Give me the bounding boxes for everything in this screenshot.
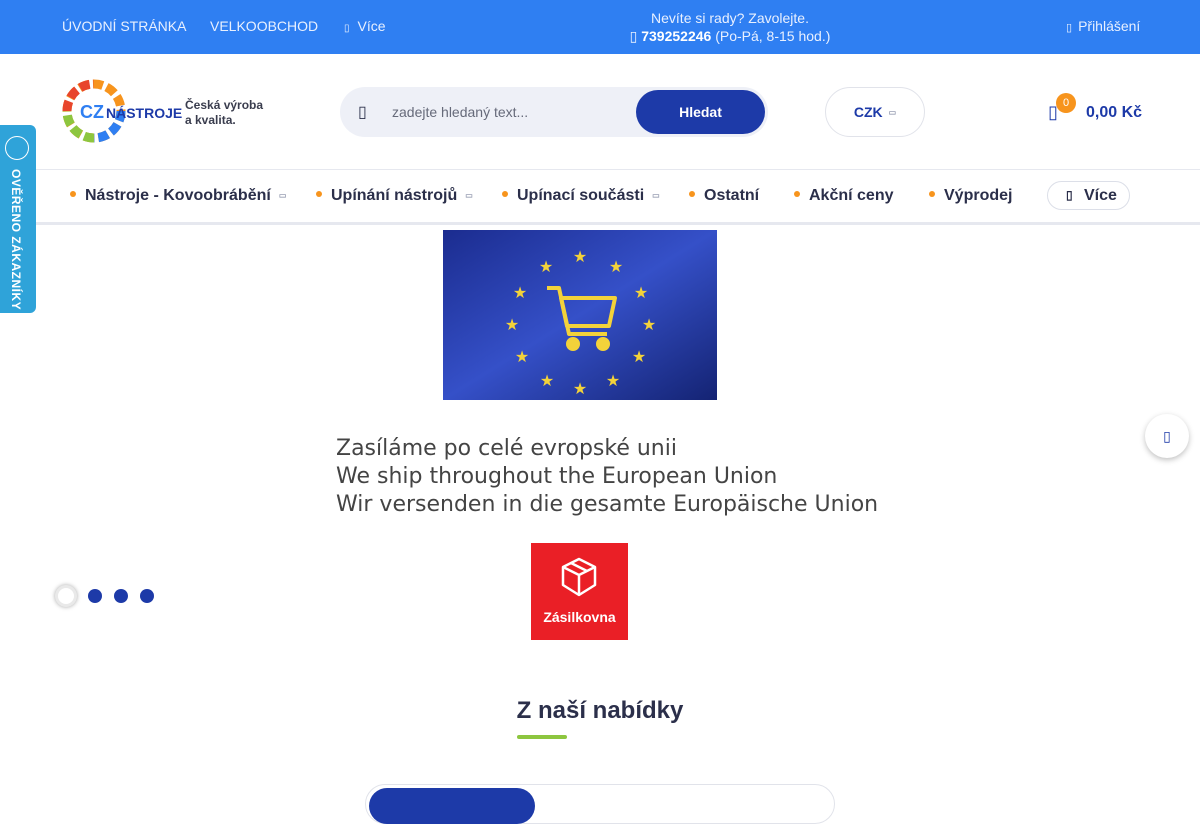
login-link[interactable]: ▯ Přihlášení [1066, 18, 1140, 34]
svg-text:★: ★ [606, 371, 620, 390]
svg-text:★: ★ [540, 371, 554, 390]
svg-text:★: ★ [632, 347, 646, 366]
phone-number[interactable]: 739252246 [641, 28, 711, 44]
nav-more-label: Více [1084, 187, 1117, 204]
zasilkovna-label: Zásilkovna [543, 609, 616, 625]
bullet-icon [929, 190, 935, 197]
chevron-down-icon: ▭ [652, 191, 660, 201]
nav-item-label: Upínací součásti [517, 187, 645, 204]
svg-text:★: ★ [634, 283, 648, 302]
product-tabs [365, 784, 835, 824]
nav-item-label: Výprodej [944, 187, 1013, 204]
chevron-down-icon: ▭ [888, 108, 897, 118]
search-button[interactable]: Hledat [636, 90, 765, 134]
nav-item-label: Nástroje - Kovoobrábění [85, 187, 271, 204]
top-link-more[interactable]: ▯ Více [344, 18, 386, 34]
section-title-underline [517, 735, 567, 739]
bullet-icon [316, 190, 322, 197]
currency-selector[interactable]: CZK ▭ [825, 87, 925, 137]
svg-text:★: ★ [539, 257, 553, 276]
nav-divider-bottom [0, 222, 1200, 225]
cart-total: 0,00 Kč [1086, 104, 1143, 121]
logo-gear-icon: CZ NÁSTROJE [62, 79, 182, 143]
chevron-down-icon: ▭ [278, 191, 287, 201]
slider-dot-4[interactable] [140, 589, 154, 603]
logo-name: NÁSTROJE [106, 105, 182, 121]
slider-dot-2[interactable] [88, 589, 102, 603]
login-label: Přihlášení [1078, 18, 1141, 34]
office-hours: (Po-Pá, 8-15 hod.) [715, 28, 831, 44]
shipping-message: Zasíláme po celé evropské unii We ship t… [336, 435, 878, 519]
nav-item-label: Ostatní [704, 187, 760, 204]
product-tab-active[interactable] [369, 788, 535, 824]
chevron-icon: ▯ [1066, 188, 1073, 202]
verified-seal-icon [5, 136, 29, 160]
bullet-icon [689, 190, 695, 197]
help-contact: Nevíte si rady? Zavolejte. ▯ 739252246 (… [560, 9, 900, 45]
nav-item-label: Akční ceny [809, 187, 894, 204]
section-title: Z naší nabídky [516, 697, 684, 724]
svg-text:★: ★ [609, 257, 623, 276]
svg-text:★: ★ [505, 315, 519, 334]
nav-item-nastroje[interactable]: Nástroje - Kovoobrábění ▭ [70, 187, 286, 205]
search-input[interactable] [392, 99, 632, 125]
shipping-line-cz: Zasíláme po celé evropské unii [336, 436, 677, 461]
slider-next-button[interactable]: ▯ [1145, 414, 1189, 458]
top-link-home[interactable]: ÚVODNÍ STRÁNKA [62, 18, 186, 34]
nav-item-label: Upínání nástrojů [331, 187, 458, 204]
bullet-icon [70, 190, 76, 197]
currency-value: CZK [853, 104, 883, 120]
search-bar: ▯ Hledat [340, 87, 768, 137]
package-icon [561, 557, 597, 597]
svg-text:★: ★ [515, 347, 529, 366]
logo-cz: CZ [80, 102, 104, 122]
nav-item-akcni-ceny[interactable]: Akční ceny [794, 187, 893, 205]
chevron-down-icon: ▭ [465, 191, 473, 201]
eu-flag-cart-image: ★ ★ ★ ★ ★ ★ ★ ★ ★ ★ ★ ★ [443, 230, 717, 400]
top-link-wholesale[interactable]: VELKOOBCHOD [210, 18, 318, 34]
shipping-line-en: We ship throughout the European Union [336, 464, 778, 489]
nav-divider-top [0, 169, 1200, 170]
chevron-icon: ▯ [344, 23, 350, 34]
cart-button[interactable]: ▯ 0 0,00 Kč [1044, 92, 1164, 132]
svg-text:★: ★ [642, 315, 656, 334]
help-text: Nevíte si rady? Zavolejte. [651, 10, 809, 26]
user-icon: ▯ [1066, 22, 1073, 34]
tagline-line2: a kvalita. [185, 113, 236, 127]
nav-more-button[interactable]: ▯ Více [1047, 181, 1130, 210]
nav-item-ostatni[interactable]: Ostatní [689, 187, 759, 205]
nav-item-vyprodej[interactable]: Výprodej [929, 187, 1012, 205]
phone-icon: ▯ [629, 28, 638, 44]
top-bar: ÚVODNÍ STRÁNKA VELKOOBCHOD ▯ Více Nevíte … [0, 0, 1200, 54]
logo-tagline: Česká výroba a kvalita. [185, 98, 263, 128]
search-icon[interactable]: ▯ [358, 102, 367, 122]
tagline-line1: Česká výroba [185, 98, 264, 112]
bullet-icon [502, 190, 508, 197]
chevron-right-icon: ▯ [1163, 428, 1171, 444]
zasilkovna-logo: Zásilkovna [531, 543, 628, 640]
verified-text: OVĚŘENO ZÁKAZNÍKY [9, 169, 23, 311]
svg-text:★: ★ [573, 379, 587, 398]
nav-item-upinaci-soucasti[interactable]: Upínací součásti ▭ [502, 187, 660, 205]
verified-customers-badge[interactable]: OVĚŘENO ZÁKAZNÍKY [0, 125, 36, 313]
bullet-icon [794, 190, 800, 197]
svg-text:★: ★ [513, 283, 527, 302]
svg-text:★: ★ [573, 247, 587, 266]
cart-count-badge: 0 [1056, 93, 1076, 113]
slider-dot-1[interactable] [55, 585, 77, 607]
slider-dot-3[interactable] [114, 589, 128, 603]
nav-item-upinani[interactable]: Upínání nástrojů ▭ [316, 187, 473, 205]
top-more-label: Více [357, 18, 386, 34]
shipping-line-de: Wir versenden in die gesamte Europäische… [336, 492, 879, 517]
